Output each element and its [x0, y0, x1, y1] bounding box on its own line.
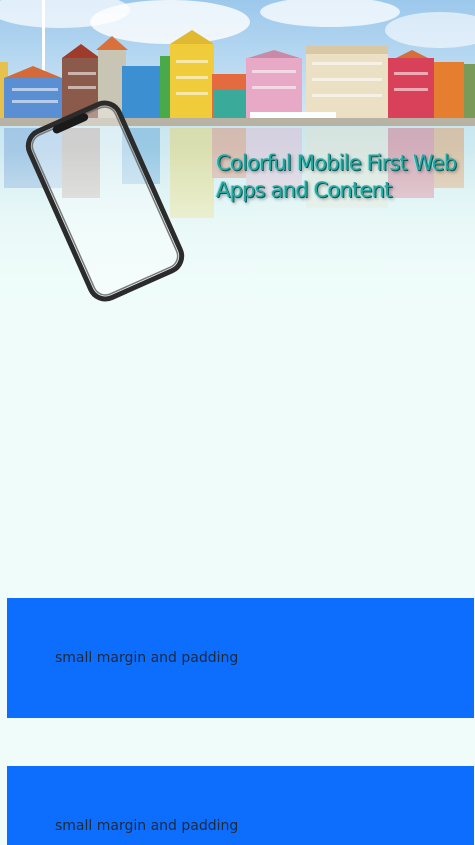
content-box: small margin and padding	[7, 598, 474, 718]
box-label: small margin and padding	[55, 818, 239, 834]
hero-banner: Colorful Mobile First Web Apps and Conte…	[0, 0, 475, 320]
page-title: Colorful Mobile First Web Apps and Conte…	[216, 151, 457, 202]
smartphone-icon	[25, 100, 185, 302]
content-box: small margin and padding	[7, 766, 474, 845]
box-label: small margin and padding	[55, 650, 239, 666]
